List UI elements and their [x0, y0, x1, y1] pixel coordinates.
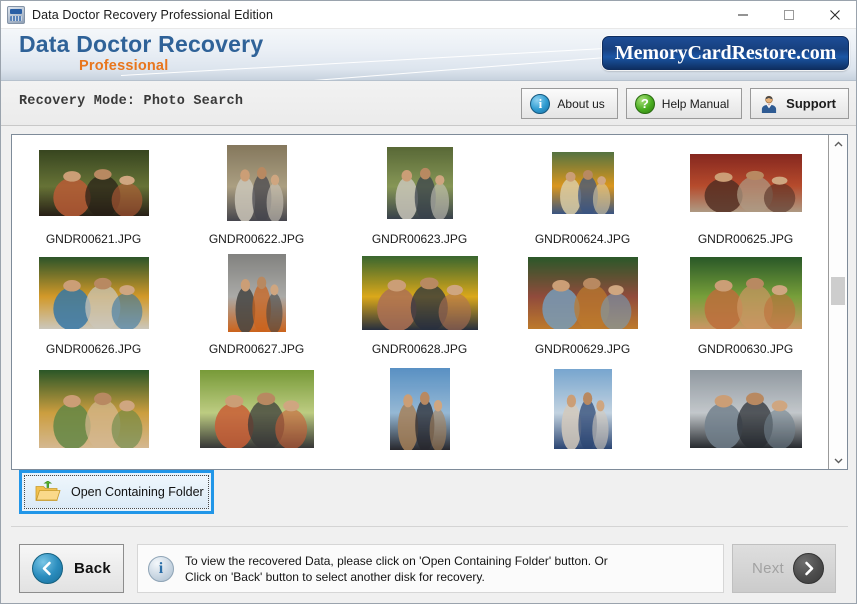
thumbnail-row: GNDR00621.JPG GNDR00622.JPG GNDR00623.JPG G… [12, 143, 828, 263]
footer-divider [11, 526, 848, 527]
recovered-files-panel: GNDR00621.JPG GNDR00622.JPG GNDR00623.JPG G… [11, 134, 848, 470]
open-folder-up-icon [35, 480, 61, 503]
maximize-icon[interactable] [766, 1, 812, 29]
thumbnail-row [12, 363, 828, 469]
support-person-icon [759, 94, 779, 114]
header-button-group: i About us ? Help Manual Support [521, 88, 849, 119]
window-controls [720, 1, 856, 29]
brand-title: Data Doctor Recovery [19, 31, 264, 57]
thumbnail-image[interactable] [386, 143, 453, 223]
chevron-left-circle-icon [32, 553, 63, 584]
open-folder-inner: Open Containing Folder [24, 475, 209, 509]
thumbnail-image[interactable] [227, 253, 286, 333]
application-window: Data Doctor Recovery Professional Editio… [0, 0, 857, 604]
thumbnail-image[interactable] [389, 363, 450, 455]
memory-card-icon [7, 5, 25, 24]
brand-header: Data Doctor Recovery Professional Memory… [1, 29, 856, 81]
thumbnail-filename: GNDR00624.JPG [534, 232, 631, 246]
next-button[interactable]: Next [732, 544, 836, 593]
scrollbar-thumb[interactable] [831, 277, 845, 306]
thumbnail-item[interactable]: GNDR00625.JPG [664, 143, 827, 263]
recovery-mode-bar: Recovery Mode: Photo Search i About us ?… [1, 81, 856, 126]
minimize-icon[interactable] [720, 1, 766, 29]
thumbnail-image[interactable] [689, 363, 802, 455]
thumbnail-item[interactable]: GNDR00623.JPG [338, 143, 501, 263]
memorycardrestore-logo[interactable]: MemoryCardRestore.com [602, 36, 849, 70]
thumbnail-item[interactable]: GNDR00627.JPG [175, 253, 338, 373]
thumbnail-item[interactable] [338, 363, 501, 469]
thumbnail-image[interactable] [226, 143, 287, 223]
info-icon: i [530, 93, 551, 114]
thumbnail-filename: GNDR00625.JPG [697, 232, 794, 246]
window-title: Data Doctor Recovery Professional Editio… [32, 7, 274, 22]
info-icon: i [148, 555, 174, 582]
thumbnail-image[interactable] [38, 363, 149, 455]
thumbnail-item[interactable]: GNDR00622.JPG [175, 143, 338, 263]
thumbnail-row: GNDR00626.JPG GNDR00627.JPG GNDR00628.JPG G… [12, 253, 828, 373]
thumbnail-item[interactable]: GNDR00621.JPG [12, 143, 175, 263]
back-label: Back [74, 560, 112, 577]
thumbnail-item[interactable] [175, 363, 338, 469]
vertical-scrollbar[interactable] [828, 135, 847, 469]
about-us-button[interactable]: i About us [521, 88, 618, 119]
thumbnail-filename: GNDR00627.JPG [208, 342, 305, 356]
chevron-right-circle-icon [793, 553, 824, 584]
chevron-down-icon[interactable] [829, 451, 847, 469]
thumbnail-item[interactable]: GNDR00624.JPG [501, 143, 664, 263]
chevron-up-icon[interactable] [829, 135, 847, 153]
thumbnail-image[interactable] [527, 253, 638, 333]
thumbnail-item[interactable] [501, 363, 664, 469]
thumbnail-filename: GNDR00623.JPG [371, 232, 468, 246]
thumbnail-filename: GNDR00628.JPG [371, 342, 468, 356]
back-button[interactable]: Back [19, 544, 124, 593]
question-icon: ? [634, 93, 655, 114]
help-manual-label: Help Manual [661, 96, 730, 111]
thumbnail-filename: GNDR00626.JPG [45, 342, 142, 356]
thumbnail-item[interactable]: GNDR00626.JPG [12, 253, 175, 373]
open-containing-folder-button[interactable]: Open Containing Folder [19, 470, 214, 514]
open-folder-label: Open Containing Folder [71, 485, 204, 499]
status-line-1: To view the recovered Data, please click… [185, 553, 608, 568]
thumbnail-filename: GNDR00630.JPG [697, 342, 794, 356]
thumbnail-image[interactable] [551, 143, 614, 223]
thumbnail-grid[interactable]: GNDR00621.JPG GNDR00622.JPG GNDR00623.JPG G… [12, 135, 828, 469]
thumbnail-image[interactable] [38, 253, 149, 333]
status-message: To view the recovered Data, please click… [185, 553, 608, 585]
thumbnail-image[interactable] [689, 253, 802, 333]
close-icon[interactable] [812, 1, 856, 29]
about-us-label: About us [557, 96, 605, 111]
thumbnail-filename: GNDR00621.JPG [45, 232, 142, 246]
thumbnail-image[interactable] [553, 363, 612, 455]
help-manual-button[interactable]: ? Help Manual [625, 88, 743, 119]
support-label: Support [786, 96, 836, 111]
thumbnail-filename: GNDR00622.JPG [208, 232, 305, 246]
thumbnail-item[interactable]: GNDR00630.JPG [664, 253, 827, 373]
status-message-box: i To view the recovered Data, please cli… [137, 544, 724, 593]
status-line-2: Click on 'Back' button to select another… [185, 569, 485, 584]
brand-subtitle: Professional [79, 58, 169, 74]
thumbnail-image[interactable] [199, 363, 314, 455]
thumbnail-filename: GNDR00629.JPG [534, 342, 631, 356]
thumbnail-item[interactable] [664, 363, 827, 469]
recovery-mode-label: Recovery Mode: Photo Search [19, 94, 244, 109]
support-button[interactable]: Support [750, 88, 849, 119]
thumbnail-image[interactable] [361, 253, 478, 333]
thumbnail-item[interactable]: GNDR00629.JPG [501, 253, 664, 373]
thumbnail-image[interactable] [689, 143, 802, 223]
next-label: Next [751, 560, 784, 577]
thumbnail-image[interactable] [38, 143, 149, 223]
title-bar: Data Doctor Recovery Professional Editio… [1, 1, 856, 29]
thumbnail-item[interactable] [12, 363, 175, 469]
thumbnail-item[interactable]: GNDR00628.JPG [338, 253, 501, 373]
logo-text: MemoryCardRestore.com [614, 41, 837, 64]
